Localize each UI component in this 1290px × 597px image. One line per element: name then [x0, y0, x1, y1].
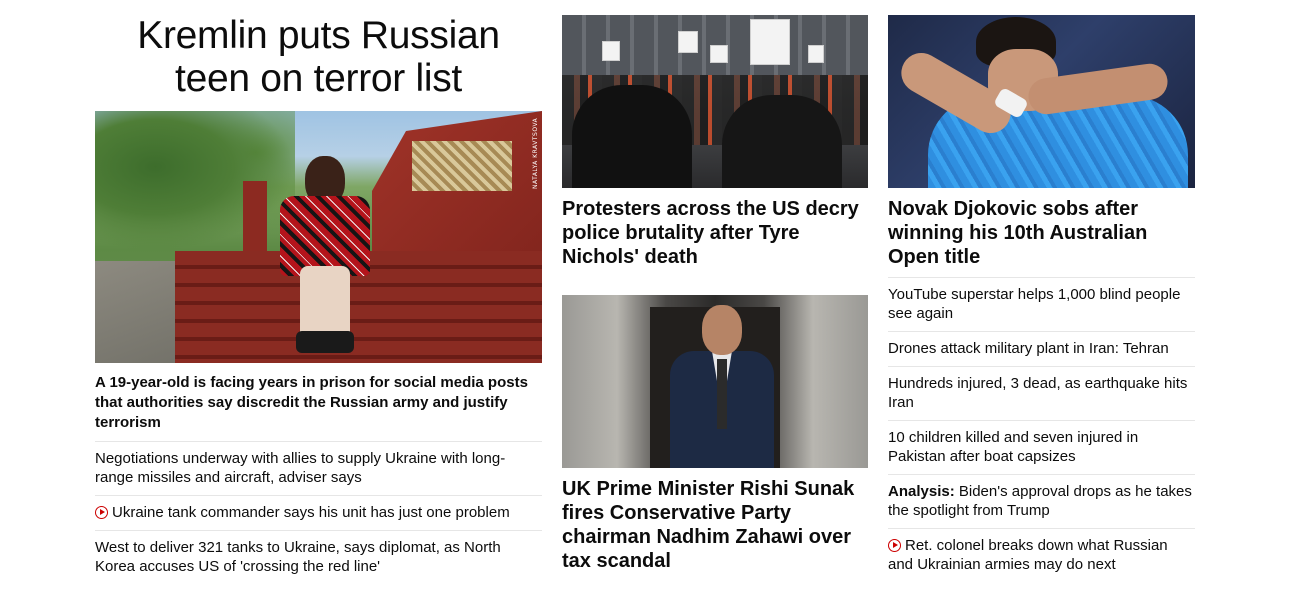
- right-link-list: YouTube superstar helps 1,000 blind peop…: [888, 278, 1195, 582]
- person-legs: [300, 266, 350, 341]
- list-item[interactable]: YouTube superstar helps 1,000 blind peop…: [888, 278, 1195, 332]
- djokovic-story-headline[interactable]: Novak Djokovic sobs after winning his 10…: [888, 197, 1195, 278]
- story-link[interactable]: 10 children killed and seven injured in …: [888, 429, 1138, 465]
- left-link-list: Negotiations underway with allies to sup…: [95, 442, 542, 584]
- image-credit: NATALYA KRAVTSOVA: [532, 117, 539, 189]
- list-item[interactable]: Drones attack military plant in Iran: Te…: [888, 332, 1195, 367]
- image-sign: [678, 31, 698, 53]
- image-sign: [808, 45, 824, 63]
- person-boots: [296, 331, 354, 353]
- story-link[interactable]: Ukraine tank commander says his unit has…: [112, 504, 510, 521]
- protest-story-headline[interactable]: Protesters across the US decry police br…: [562, 197, 868, 269]
- list-item[interactable]: Ret. colonel breaks down what Russian an…: [888, 529, 1195, 582]
- djokovic-story-image[interactable]: [888, 15, 1195, 188]
- image-sign: [750, 19, 790, 65]
- story-link[interactable]: Ret. colonel breaks down what Russian an…: [888, 537, 1168, 573]
- story-link[interactable]: Hundreds injured, 3 dead, as earthquake …: [888, 375, 1187, 411]
- story-link[interactable]: West to deliver 321 tanks to Ukraine, sa…: [95, 539, 501, 575]
- image-head: [702, 305, 742, 355]
- list-item[interactable]: 10 children killed and seven injured in …: [888, 421, 1195, 475]
- list-item[interactable]: Analysis: Biden's approval drops as he t…: [888, 475, 1195, 529]
- play-circle-icon: [888, 539, 901, 552]
- lead-story-image[interactable]: NATALYA KRAVTSOVA: [95, 111, 542, 363]
- list-item[interactable]: Ukraine tank commander says his unit has…: [95, 496, 542, 531]
- image-sign: [710, 45, 728, 63]
- story-link[interactable]: Drones attack military plant in Iran: Te…: [888, 340, 1169, 357]
- analysis-label: Analysis:: [888, 483, 955, 500]
- protest-story-image[interactable]: [562, 15, 868, 188]
- image-sign: [602, 41, 620, 61]
- right-column: Novak Djokovic sobs after winning his 10…: [888, 0, 1195, 582]
- list-item[interactable]: Hundreds injured, 3 dead, as earthquake …: [888, 367, 1195, 421]
- list-item[interactable]: Negotiations underway with allies to sup…: [95, 442, 542, 496]
- lead-story-column: Kremlin puts Russian teen on terror list…: [95, 0, 542, 584]
- middle-column: Protesters across the US decry police br…: [562, 0, 868, 573]
- image-tie: [717, 359, 727, 429]
- image-person: [270, 156, 385, 356]
- play-circle-icon: [95, 506, 108, 519]
- list-item[interactable]: West to deliver 321 tanks to Ukraine, sa…: [95, 531, 542, 584]
- lead-story-description[interactable]: A 19-year-old is facing years in prison …: [95, 373, 542, 442]
- sunak-story-headline[interactable]: UK Prime Minister Rishi Sunak fires Cons…: [562, 477, 868, 573]
- lead-story-title[interactable]: Kremlin puts Russian teen on terror list: [95, 14, 542, 100]
- story-link[interactable]: YouTube superstar helps 1,000 blind peop…: [888, 286, 1180, 322]
- image-officer: [722, 95, 842, 188]
- person-shirt: [280, 196, 370, 276]
- story-link[interactable]: Negotiations underway with allies to sup…: [95, 450, 505, 486]
- sunak-story-image[interactable]: [562, 295, 868, 468]
- image-officer: [572, 85, 692, 188]
